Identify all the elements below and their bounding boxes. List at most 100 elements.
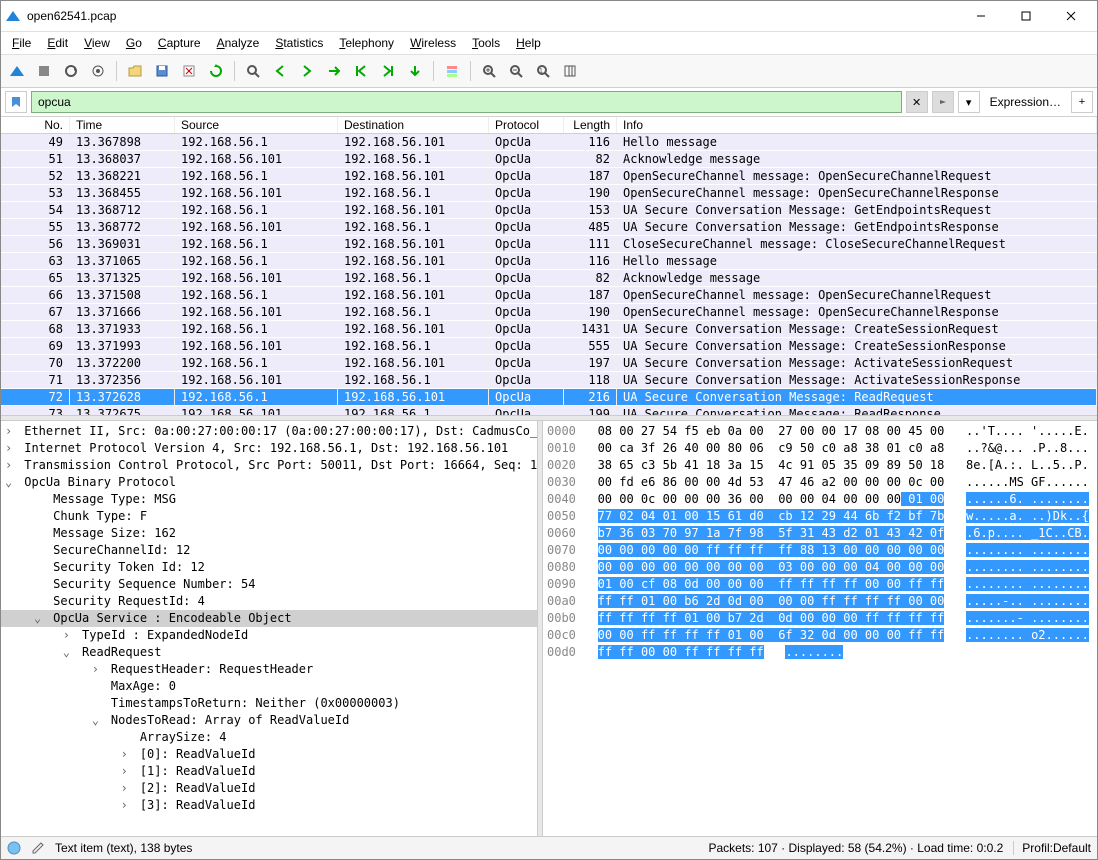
packet-row[interactable]: 5613.369031192.168.56.1192.168.56.101Opc… <box>1 236 1097 253</box>
tree-toggle-icon[interactable]: › <box>5 457 17 474</box>
packet-row[interactable]: 4913.367898192.168.56.1192.168.56.101Opc… <box>1 134 1097 151</box>
tree-node[interactable]: ⌄ OpcUa Binary Protocol <box>1 474 537 491</box>
tree-toggle-icon[interactable]: ⌄ <box>34 610 46 627</box>
status-profile[interactable]: Profil:Default <box>1013 841 1091 855</box>
tree-toggle-icon[interactable]: › <box>92 661 104 678</box>
menu-telephony[interactable]: Telephony <box>332 34 401 52</box>
tree-node[interactable]: › [2]: ReadValueId <box>1 780 537 797</box>
menu-analyze[interactable]: Analyze <box>210 34 267 52</box>
tree-toggle-icon[interactable] <box>34 542 46 559</box>
packet-row[interactable]: 6613.371508192.168.56.1192.168.56.101Opc… <box>1 287 1097 304</box>
tree-toggle-icon[interactable]: › <box>121 746 133 763</box>
hex-row[interactable]: 0070 00 00 00 00 00 ff ff ff ff 88 13 00… <box>547 542 1093 559</box>
tree-node[interactable]: ⌄ OpcUa Service : Encodeable Object <box>1 610 537 627</box>
tree-node[interactable]: Message Type: MSG <box>1 491 537 508</box>
tree-toggle-icon[interactable]: › <box>63 627 75 644</box>
col-no[interactable]: No. <box>1 117 70 133</box>
col-time[interactable]: Time <box>70 117 175 133</box>
tree-toggle-icon[interactable] <box>92 678 104 695</box>
tree-toggle-icon[interactable] <box>34 525 46 542</box>
tree-node[interactable]: TimestampsToReturn: Neither (0x00000003) <box>1 695 537 712</box>
packet-row[interactable]: 6713.371666192.168.56.101192.168.56.1Opc… <box>1 304 1097 321</box>
close-file-icon[interactable] <box>177 59 201 83</box>
go-back-icon[interactable] <box>268 59 292 83</box>
hex-row[interactable]: 0000 08 00 27 54 f5 eb 0a 00 27 00 00 17… <box>547 423 1093 440</box>
tree-toggle-icon[interactable] <box>34 559 46 576</box>
hex-row[interactable]: 0050 77 02 04 01 00 15 61 d0 cb 12 29 44… <box>547 508 1093 525</box>
packet-row[interactable]: 7013.372200192.168.56.1192.168.56.101Opc… <box>1 355 1097 372</box>
zoom-in-icon[interactable] <box>477 59 501 83</box>
expert-info-icon[interactable] <box>7 841 21 855</box>
maximize-button[interactable] <box>1003 2 1048 30</box>
tree-toggle-icon[interactable]: › <box>121 763 133 780</box>
hex-row[interactable]: 00c0 00 00 ff ff ff ff 01 00 6f 32 0d 00… <box>547 627 1093 644</box>
tree-node[interactable]: SecureChannelId: 12 <box>1 542 537 559</box>
menu-help[interactable]: Help <box>509 34 548 52</box>
tree-node[interactable]: Security Token Id: 12 <box>1 559 537 576</box>
menu-statistics[interactable]: Statistics <box>268 34 330 52</box>
tree-node[interactable]: › Ethernet II, Src: 0a:00:27:00:00:17 (0… <box>1 423 537 440</box>
hex-row[interactable]: 0090 01 00 cf 08 0d 00 00 00 ff ff ff ff… <box>547 576 1093 593</box>
menu-file[interactable]: File <box>5 34 38 52</box>
restart-capture-icon[interactable] <box>59 59 83 83</box>
tree-node[interactable]: › Transmission Control Protocol, Src Por… <box>1 457 537 474</box>
col-length[interactable]: Length <box>564 117 617 133</box>
tree-toggle-icon[interactable] <box>121 729 133 746</box>
tree-toggle-icon[interactable] <box>92 695 104 712</box>
packet-row[interactable]: 5113.368037192.168.56.101192.168.56.1Opc… <box>1 151 1097 168</box>
tree-node[interactable]: › RequestHeader: RequestHeader <box>1 661 537 678</box>
capture-options-icon[interactable] <box>86 59 110 83</box>
close-button[interactable] <box>1048 2 1093 30</box>
bookmark-filter-icon[interactable] <box>5 91 27 113</box>
go-forward-icon[interactable] <box>295 59 319 83</box>
packet-row[interactable]: 6513.371325192.168.56.101192.168.56.1Opc… <box>1 270 1097 287</box>
packet-row[interactable]: 7113.372356192.168.56.101192.168.56.1Opc… <box>1 372 1097 389</box>
col-source[interactable]: Source <box>175 117 338 133</box>
tree-toggle-icon[interactable]: › <box>121 797 133 814</box>
display-filter-input[interactable] <box>36 94 897 110</box>
tree-toggle-icon[interactable]: ⌄ <box>63 644 75 661</box>
hex-row[interactable]: 0080 00 00 00 00 00 00 00 00 03 00 00 00… <box>547 559 1093 576</box>
tree-toggle-icon[interactable]: › <box>121 780 133 797</box>
tree-toggle-icon[interactable]: › <box>5 423 17 440</box>
zoom-out-icon[interactable] <box>504 59 528 83</box>
add-filter-button[interactable]: + <box>1071 91 1093 113</box>
menu-tools[interactable]: Tools <box>465 34 507 52</box>
tree-toggle-icon[interactable] <box>34 491 46 508</box>
go-last-icon[interactable] <box>376 59 400 83</box>
menu-wireless[interactable]: Wireless <box>403 34 463 52</box>
tree-node[interactable]: ArraySize: 4 <box>1 729 537 746</box>
save-file-icon[interactable] <box>150 59 174 83</box>
packet-row[interactable]: 5513.368772192.168.56.101192.168.56.1Opc… <box>1 219 1097 236</box>
packet-row[interactable]: 5313.368455192.168.56.101192.168.56.1Opc… <box>1 185 1097 202</box>
tree-node[interactable]: Chunk Type: F <box>1 508 537 525</box>
tree-toggle-icon[interactable]: ⌄ <box>5 474 17 491</box>
packet-row[interactable]: 6813.371933192.168.56.1192.168.56.101Opc… <box>1 321 1097 338</box>
packet-row[interactable]: 5213.368221192.168.56.1192.168.56.101Opc… <box>1 168 1097 185</box>
col-info[interactable]: Info <box>617 117 1097 133</box>
reload-icon[interactable] <box>204 59 228 83</box>
menu-capture[interactable]: Capture <box>151 34 208 52</box>
hex-row[interactable]: 00a0 ff ff 01 00 b6 2d 0d 00 00 00 ff ff… <box>547 593 1093 610</box>
minimize-button[interactable] <box>958 2 1003 30</box>
hex-row[interactable]: 0010 00 ca 3f 26 40 00 80 06 c9 50 c0 a8… <box>547 440 1093 457</box>
hex-row[interactable]: 0060 b7 36 03 70 97 1a 7f 98 5f 31 43 d2… <box>547 525 1093 542</box>
col-protocol[interactable]: Protocol <box>489 117 564 133</box>
tree-node[interactable]: Security RequestId: 4 <box>1 593 537 610</box>
hex-row[interactable]: 0030 00 fd e6 86 00 00 4d 53 47 46 a2 00… <box>547 474 1093 491</box>
recent-filter-icon[interactable]: ▾ <box>958 91 980 113</box>
go-to-packet-icon[interactable] <box>322 59 346 83</box>
tree-toggle-icon[interactable] <box>34 593 46 610</box>
open-file-icon[interactable] <box>123 59 147 83</box>
stop-capture-icon[interactable] <box>32 59 56 83</box>
hex-row[interactable]: 0040 00 00 0c 00 00 00 36 00 00 00 04 00… <box>547 491 1093 508</box>
hex-row[interactable]: 00b0 ff ff ff ff 01 00 b7 2d 0d 00 00 00… <box>547 610 1093 627</box>
tree-toggle-icon[interactable]: ⌄ <box>92 712 104 729</box>
hex-row[interactable]: 00d0 ff ff 00 00 ff ff ff ff ........ <box>547 644 1093 661</box>
tree-node[interactable]: › TypeId : ExpandedNodeId <box>1 627 537 644</box>
tree-node[interactable]: ⌄ NodesToRead: Array of ReadValueId <box>1 712 537 729</box>
hex-row[interactable]: 0020 38 65 c3 5b 41 18 3a 15 4c 91 05 35… <box>547 457 1093 474</box>
packet-row[interactable]: 6913.371993192.168.56.101192.168.56.1Opc… <box>1 338 1097 355</box>
resize-columns-icon[interactable] <box>558 59 582 83</box>
col-destination[interactable]: Destination <box>338 117 489 133</box>
